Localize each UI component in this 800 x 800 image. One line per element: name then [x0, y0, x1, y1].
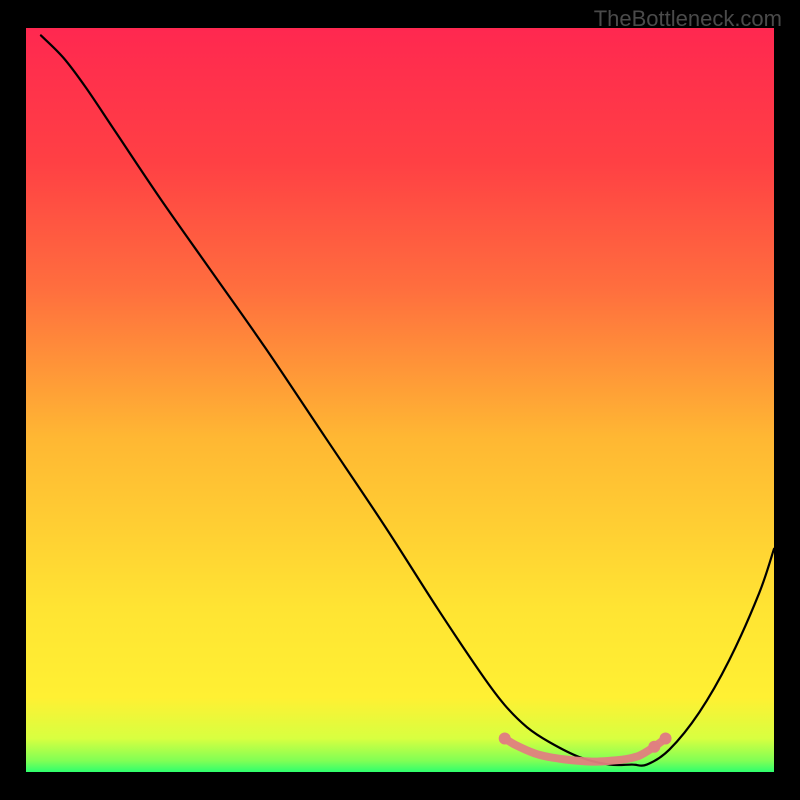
optimal-range-dot	[660, 733, 672, 745]
chart-container: TheBottleneck.com	[0, 0, 800, 800]
chart-svg	[26, 28, 774, 772]
watermark-text: TheBottleneck.com	[594, 6, 782, 32]
optimal-range-dot	[499, 733, 511, 745]
optimal-range-dot	[648, 741, 660, 753]
plot-area	[26, 28, 774, 772]
